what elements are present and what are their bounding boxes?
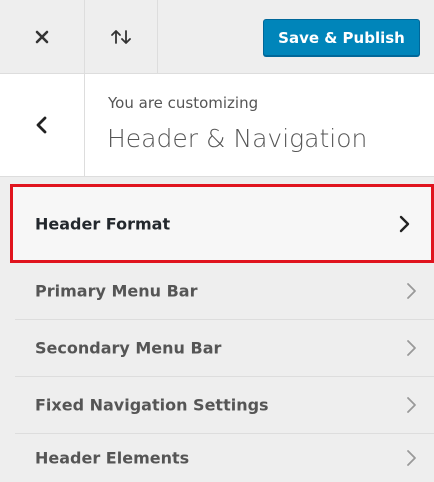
reorder-button[interactable] <box>85 0 158 73</box>
chevron-right-icon <box>407 450 416 466</box>
save-publish-button[interactable]: Save & Publish <box>263 19 420 56</box>
chevron-right-icon <box>407 397 416 413</box>
menu-item-primary-menu-bar[interactable]: Primary Menu Bar <box>15 263 434 320</box>
menu-item-label: Header Elements <box>35 448 190 468</box>
chevron-right-icon <box>407 283 416 299</box>
sort-arrows-icon <box>111 29 131 44</box>
customizer-header-bar: Save & Publish <box>0 0 434 74</box>
chevron-left-icon <box>36 116 47 134</box>
menu-item-label: Primary Menu Bar <box>35 281 198 301</box>
menu-item-label: Header Format <box>35 214 171 233</box>
menu-item-fixed-navigation-settings[interactable]: Fixed Navigation Settings <box>15 377 434 434</box>
menu-item-header-format[interactable]: Header Format <box>10 184 434 263</box>
chevron-right-icon <box>399 215 410 232</box>
section-title: Header & Navigation <box>107 124 368 153</box>
close-button[interactable] <box>0 0 85 73</box>
menu-item-header-elements[interactable]: Header Elements <box>15 434 434 482</box>
menu-item-secondary-menu-bar[interactable]: Secondary Menu Bar <box>15 320 434 377</box>
section-info: You are customizing Header & Navigation <box>0 74 434 177</box>
back-button[interactable] <box>0 74 85 176</box>
menu-item-label: Secondary Menu Bar <box>35 338 222 358</box>
chevron-right-icon <box>407 340 416 356</box>
close-icon <box>35 30 49 43</box>
customizing-label: You are customizing <box>108 94 259 112</box>
menu-item-label: Fixed Navigation Settings <box>35 395 269 415</box>
